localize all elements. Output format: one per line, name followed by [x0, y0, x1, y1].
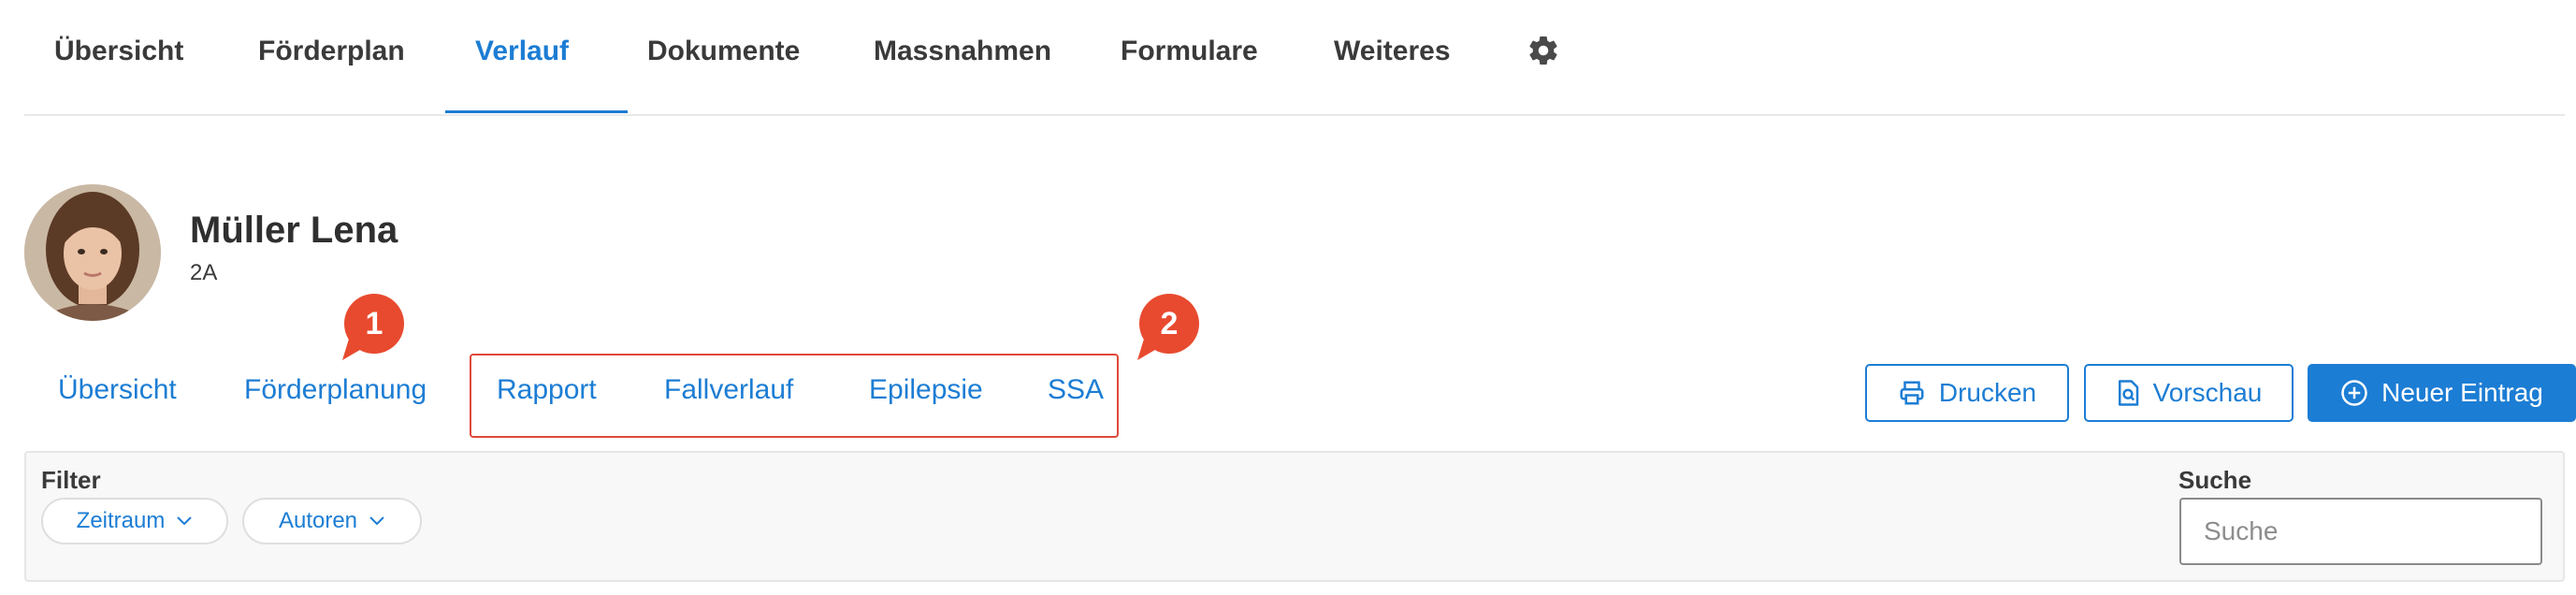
subtab-epilepsie[interactable]: Epilepsie [869, 374, 983, 406]
search-input[interactable] [2179, 498, 2542, 565]
tab-weiteres[interactable]: Weiteres [1334, 0, 1451, 114]
tab-uebersicht[interactable]: Übersicht [54, 0, 183, 114]
active-tab-indicator [445, 110, 628, 113]
filter-label: Filter [41, 466, 101, 494]
subtab-fallverlauf[interactable]: Fallverlauf [664, 374, 793, 406]
search-label: Suche [2178, 466, 2252, 494]
subtab-foerderplanung[interactable]: Förderplanung [244, 374, 427, 406]
authors-filter-dropdown[interactable]: Autoren [242, 498, 422, 544]
document-search-icon [2118, 380, 2138, 406]
tab-massnahmen[interactable]: Massnahmen [874, 0, 1051, 114]
main-tab-bar: Übersicht Förderplan Verlauf Dokumente M… [24, 0, 2565, 116]
subtab-ssa[interactable]: SSA [1048, 374, 1104, 406]
avatar [24, 184, 161, 321]
preview-button-label: Vorschau [2152, 378, 2263, 407]
tab-verlauf[interactable]: Verlauf [475, 0, 569, 114]
print-button[interactable]: Drucken [1865, 364, 2069, 422]
tab-formulare[interactable]: Formulare [1121, 0, 1258, 114]
plus-circle-icon [2341, 380, 2367, 406]
subtab-rapport[interactable]: Rapport [497, 374, 597, 406]
authors-filter-label: Autoren [278, 508, 358, 533]
tab-foerderplan[interactable]: Förderplan [258, 0, 405, 114]
callout-marker-1: 1 [340, 293, 408, 360]
callout-number: 2 [1160, 306, 1179, 341]
period-filter-dropdown[interactable]: Zeitraum [41, 498, 228, 544]
gear-icon[interactable] [1527, 34, 1560, 67]
preview-button[interactable]: Vorschau [2084, 364, 2294, 422]
new-entry-button-label: Neuer Eintrag [2381, 378, 2543, 407]
student-class: 2A [190, 260, 218, 285]
chevron-down-icon [177, 516, 193, 526]
print-button-label: Drucken [1938, 378, 2037, 407]
callout-number: 1 [365, 306, 384, 341]
chevron-down-icon [369, 516, 384, 526]
new-entry-button[interactable]: Neuer Eintrag [2308, 364, 2576, 422]
callout-marker-2: 2 [1136, 293, 1203, 360]
tab-dokumente[interactable]: Dokumente [647, 0, 800, 114]
subtab-uebersicht[interactable]: Übersicht [58, 374, 177, 406]
period-filter-label: Zeitraum [76, 508, 166, 533]
student-name: Müller Lena [190, 210, 398, 251]
printer-icon [1900, 381, 1924, 405]
